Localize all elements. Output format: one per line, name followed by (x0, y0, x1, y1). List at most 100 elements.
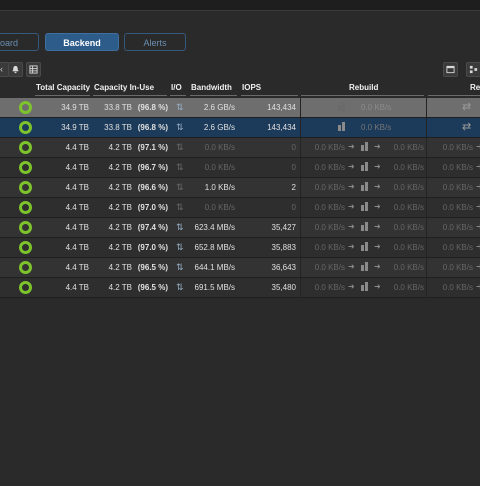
column-separator (426, 278, 427, 297)
bandwidth-value: 623.4 MB/s (194, 223, 235, 232)
tab-alerts[interactable]: Alerts (124, 33, 186, 51)
rebuild-extra-value: 0.0 KB/s (442, 223, 473, 232)
table-row[interactable]: 4.4 TB 4.2 TB (96.5 %) ⇅ 691.5 MB/s 35,480 0.0… (0, 278, 480, 298)
arrow-right-icon: ➜ (374, 162, 381, 171)
status-ok-icon (19, 201, 32, 214)
capacity-percent-value: (96.8 %) (137, 123, 168, 132)
total-capacity-value: 4.4 TB (65, 283, 89, 292)
table-row[interactable]: 4.4 TB 4.2 TB (96.7 %) ⇅ 0.0 KB/s 0 0.0 KB/s ➜ ➜… (0, 158, 480, 178)
rebuild-extra-value: 0.0 KB/s (442, 203, 473, 212)
rebuild-extra-value: 0.0 KB/s (442, 263, 473, 272)
col-total-capacity[interactable]: Total Capacity (36, 83, 90, 92)
table-row[interactable]: 4.4 TB 4.2 TB (97.4 %) ⇅ 623.4 MB/s 35,427 0.0… (0, 218, 480, 238)
table-icon[interactable] (26, 62, 41, 77)
col-re[interactable]: Re (470, 83, 480, 92)
capacity-percent-value: (96.5 %) (137, 263, 168, 272)
rebuild-write-value: 0.0 KB/s (393, 183, 424, 192)
table-row[interactable]: 4.4 TB 4.2 TB (97.1 %) ⇅ 0.0 KB/s 0 0.0 KB/s ➜ ➜… (0, 138, 480, 158)
rebuild-icon (338, 122, 345, 131)
tab-backend[interactable]: Backend (45, 33, 119, 51)
column-separator (426, 158, 427, 177)
total-capacity-value: 4.4 TB (65, 243, 89, 252)
rebuild-icon (361, 162, 368, 171)
capacity-percent-value: (96.6 %) (137, 183, 168, 192)
rebuild-extra-value: 0.0 KB/s (442, 163, 473, 172)
rebuild-read-value: 0.0 KB/s (314, 143, 345, 152)
io-arrows-icon: ⇅ (176, 282, 183, 292)
arrow-right-icon: ➜ (374, 202, 381, 211)
capacity-percent-value: (96.5 %) (137, 283, 168, 292)
rebuild-extra-value: 0.0 KB/s (442, 283, 473, 292)
iops-value: 35,427 (271, 223, 296, 232)
col-rebuild[interactable]: Rebuild (349, 83, 378, 92)
capacity-in-use-value: 4.2 TB (108, 283, 132, 292)
rebuild-read-value: 0.0 KB/s (314, 163, 345, 172)
bell-icon[interactable] (8, 62, 23, 77)
status-ok-icon (19, 241, 32, 254)
status-ok-icon (19, 221, 32, 234)
rebuild-write-value: 0.0 KB/s (393, 223, 424, 232)
col-iops[interactable]: IOPS (242, 83, 261, 92)
col-io[interactable]: I/O (171, 83, 182, 92)
column-separator (426, 238, 427, 257)
rebuild-write-value: 0.0 KB/s (393, 263, 424, 272)
capacity-in-use-value: 4.2 TB (108, 203, 132, 212)
iops-value: 36,643 (271, 263, 296, 272)
column-separator (426, 218, 427, 237)
rebuild-extra-value: 0.0 KB/s (442, 143, 473, 152)
arrow-right-icon: ➜ (348, 162, 355, 171)
table-row[interactable]: 34.9 TB 33.8 TB (96.8 %) ⇅ 2.6 GB/s 143,434 0.… (0, 118, 480, 138)
capacity-percent-value: (97.4 %) (137, 223, 168, 232)
io-arrows-icon: ⇅ (176, 202, 183, 212)
column-separator (300, 138, 301, 157)
column-separator (426, 98, 427, 117)
arrow-right-icon: ➜ (476, 242, 480, 251)
col-capacity-in-use[interactable]: Capacity In-Use (94, 83, 154, 92)
status-ok-icon (19, 261, 32, 274)
capacity-in-use-value: 4.2 TB (108, 163, 132, 172)
arrow-right-icon: ➜ (476, 262, 480, 271)
table-row[interactable]: 4.4 TB 4.2 TB (97.0 %) ⇅ 652.8 MB/s 35,883 0.0… (0, 238, 480, 258)
capacity-percent-value: (97.1 %) (137, 143, 168, 152)
rebuild-write-value: 0.0 KB/s (393, 283, 424, 292)
status-ok-icon (19, 281, 32, 294)
arrow-right-icon: ➜ (348, 142, 355, 151)
rebuild-read-value: 0.0 KB/s (314, 203, 345, 212)
status-ok-icon (19, 161, 32, 174)
bandwidth-value: 652.8 MB/s (194, 243, 235, 252)
window-icon[interactable] (443, 62, 458, 77)
capacity-in-use-value: 33.8 TB (104, 103, 132, 112)
status-ok-icon (19, 181, 32, 194)
rebuild-rate-value: 0.0 KB/s (361, 123, 392, 132)
rebuild-write-value: 0.0 KB/s (393, 243, 424, 252)
table-row[interactable]: 4.4 TB 4.2 TB (96.6 %) ⇅ 1.0 KB/s 2 0.0 KB/s ➜ ➜… (0, 178, 480, 198)
col-bandwidth[interactable]: Bandwidth (191, 83, 232, 92)
rebuild-icon (361, 202, 368, 211)
columns-icon[interactable] (466, 62, 480, 77)
total-capacity-value: 4.4 TB (65, 163, 89, 172)
arrow-right-icon: ➜ (476, 162, 480, 171)
column-separator (426, 198, 427, 217)
arrow-right-icon: ➜ (374, 282, 381, 291)
io-arrows-icon: ⇅ (176, 162, 183, 172)
rebuild-icon (338, 102, 345, 111)
arrow-right-icon: ➜ (374, 142, 381, 151)
rebuild-write-value: 0.0 KB/s (393, 203, 424, 212)
table-row[interactable]: 34.9 TB 33.8 TB (96.8 %) ⇅ 2.6 GB/s 143,434 0.… (0, 98, 480, 118)
arrow-right-icon: ➜ (374, 222, 381, 231)
bandwidth-value: 0.0 KB/s (204, 143, 235, 152)
bandwidth-value: 2.6 GB/s (203, 103, 235, 112)
column-separator (426, 258, 427, 277)
table-row[interactable]: 4.4 TB 4.2 TB (96.5 %) ⇅ 644.1 MB/s 36,643 0.0… (0, 258, 480, 278)
arrow-right-icon: ➜ (476, 182, 480, 191)
capacity-percent-value: (96.8 %) (137, 103, 168, 112)
rebuild-read-value: 0.0 KB/s (314, 223, 345, 232)
bandwidth-value: 0.0 KB/s (204, 163, 235, 172)
table-row[interactable]: 4.4 TB 4.2 TB (97.0 %) ⇅ 0.0 KB/s 0 0.0 KB/s ➜ ➜… (0, 198, 480, 218)
status-ok-icon (19, 141, 32, 154)
iops-value: 35,480 (271, 283, 296, 292)
bandwidth-value: 644.1 MB/s (194, 263, 235, 272)
iops-value: 0 (291, 203, 296, 212)
tab-dashboard[interactable]: oard (0, 33, 39, 51)
total-capacity-value: 34.9 TB (61, 123, 89, 132)
